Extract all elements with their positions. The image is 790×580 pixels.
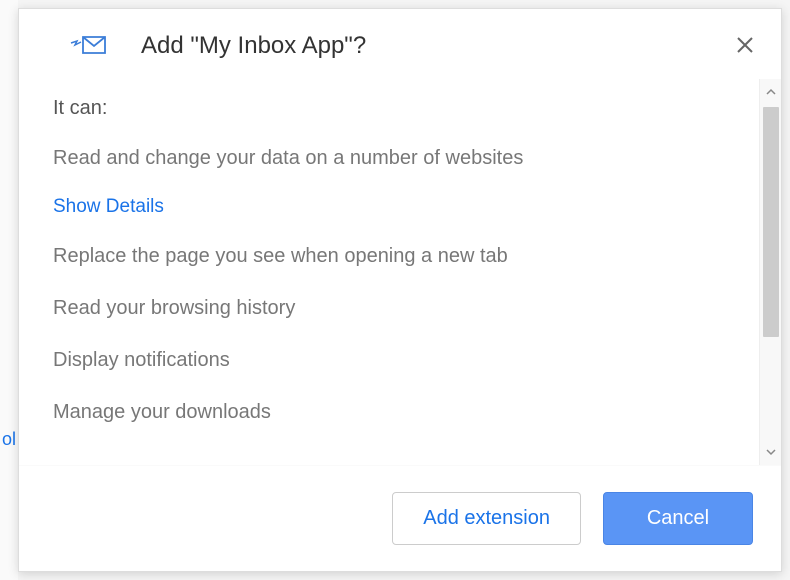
close-icon xyxy=(736,36,754,54)
dialog-footer: Add extension Cancel xyxy=(19,465,781,571)
add-extension-button[interactable]: Add extension xyxy=(392,492,581,545)
scroll-down-button[interactable] xyxy=(760,441,781,463)
chevron-down-icon xyxy=(765,446,777,458)
background-page-edge: ol xyxy=(0,0,18,580)
it-can-label: It can: xyxy=(53,97,725,120)
chevron-up-icon xyxy=(765,86,777,98)
permission-notifications: Display notifications xyxy=(53,346,725,374)
permission-downloads: Manage your downloads xyxy=(53,398,725,426)
extension-install-dialog: Add "My Inbox App"? It can: Read and cha… xyxy=(18,8,782,572)
cancel-button[interactable]: Cancel xyxy=(603,492,753,545)
dialog-header: Add "My Inbox App"? xyxy=(19,9,781,79)
scroll-thumb[interactable] xyxy=(763,107,779,337)
dialog-title: Add "My Inbox App"? xyxy=(141,32,366,60)
permission-replace-newtab: Replace the page you see when opening a … xyxy=(53,242,725,270)
dialog-body: It can: Read and change your data on a n… xyxy=(19,79,781,465)
permissions-list: It can: Read and change your data on a n… xyxy=(19,79,759,465)
permission-read-change-data: Read and change your data on a number of… xyxy=(53,144,725,172)
scroll-up-button[interactable] xyxy=(760,81,781,103)
scrollbar[interactable] xyxy=(759,79,781,465)
background-text-fragment: ol xyxy=(2,429,16,450)
close-button[interactable] xyxy=(733,33,757,57)
permission-browsing-history: Read your browsing history xyxy=(53,294,725,322)
show-details-link[interactable]: Show Details xyxy=(53,196,725,218)
extension-envelope-icon xyxy=(69,31,109,61)
